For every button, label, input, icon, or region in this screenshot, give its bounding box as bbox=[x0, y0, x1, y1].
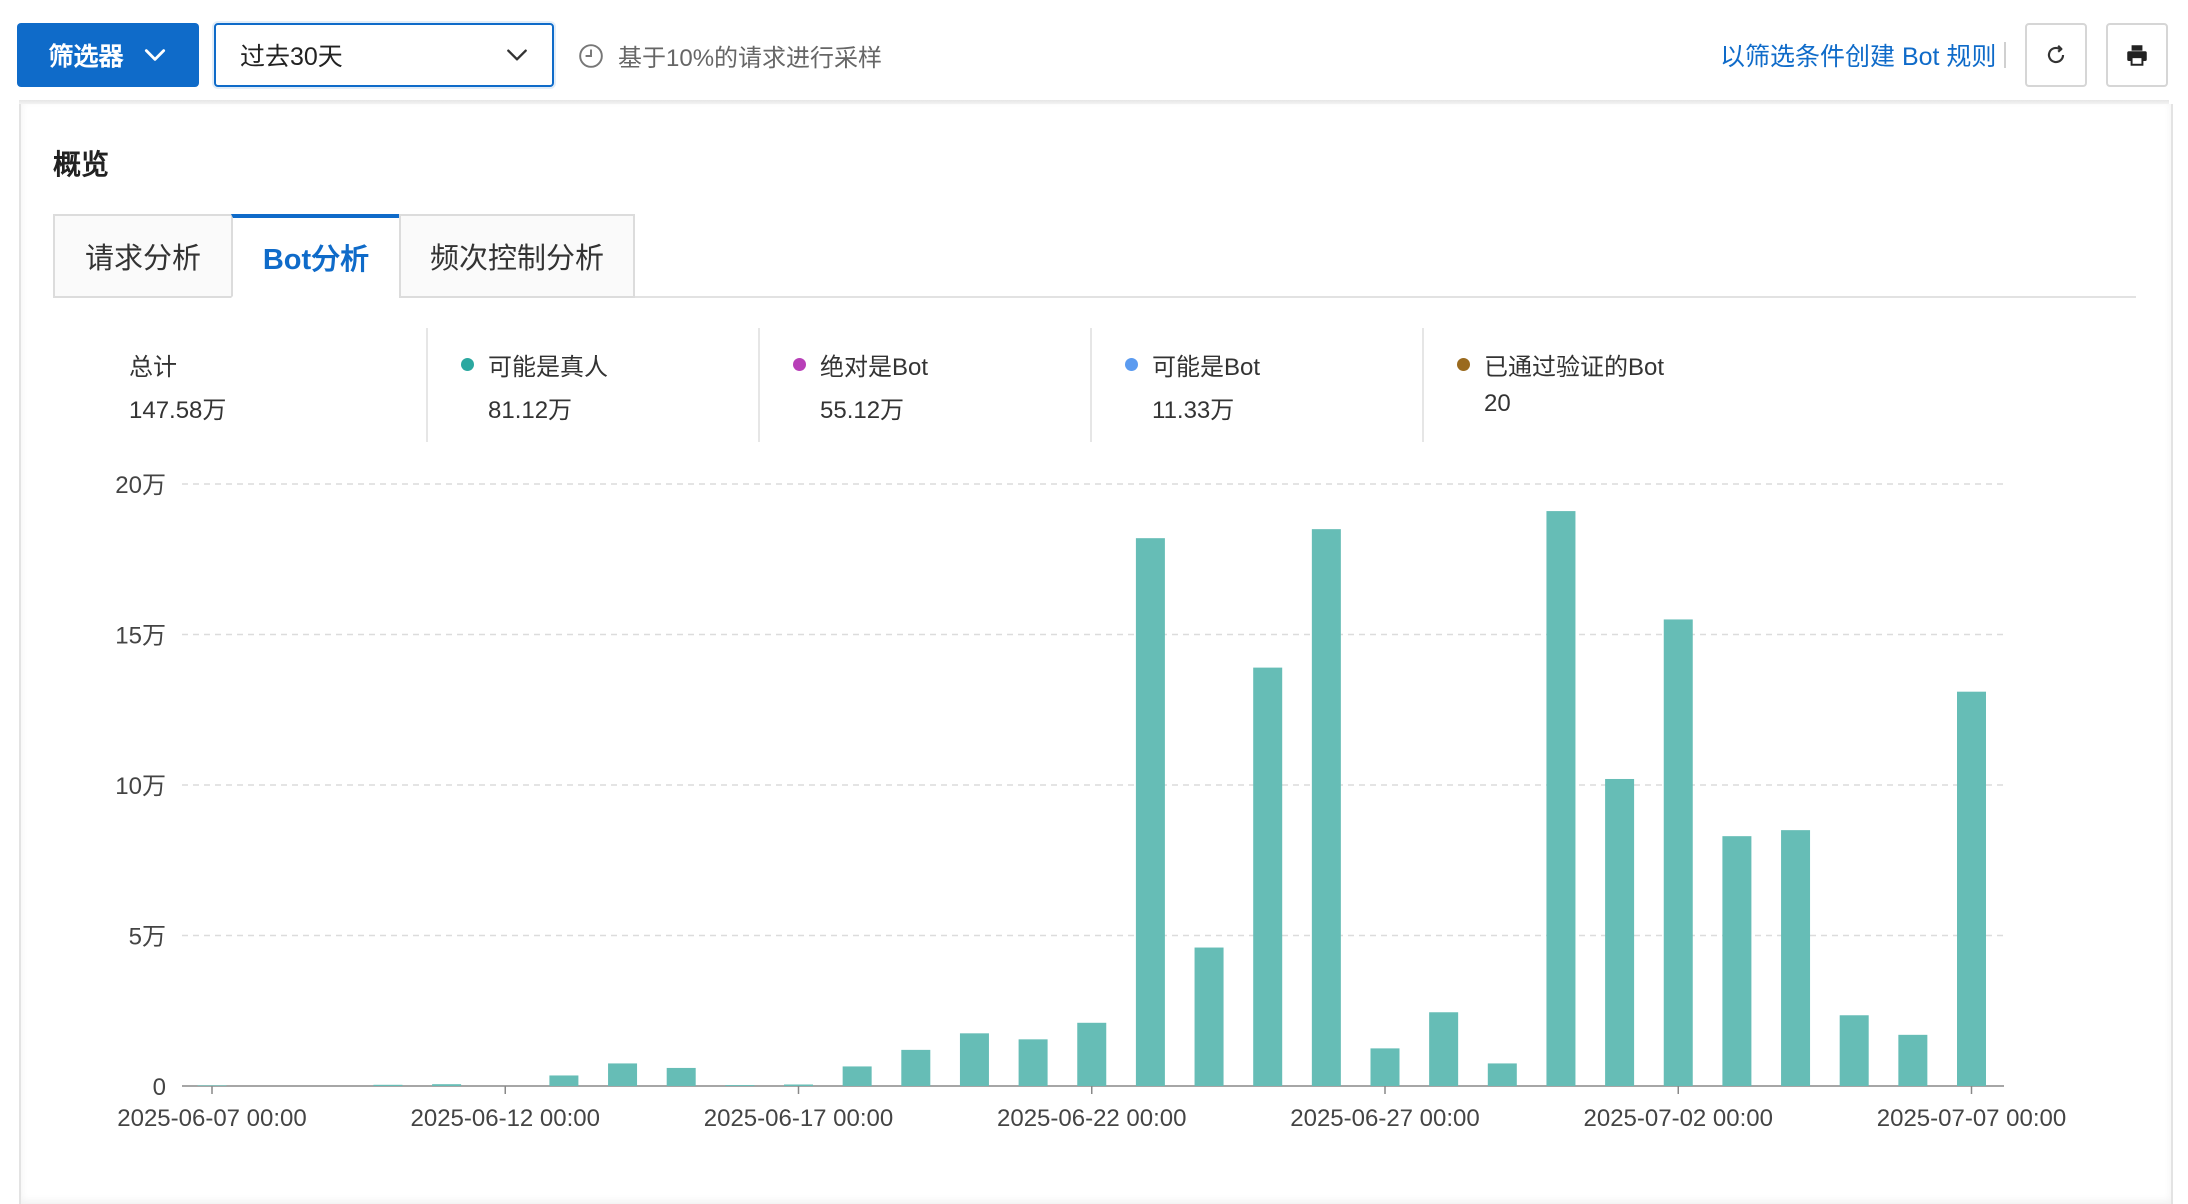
chart-bar[interactable] bbox=[1370, 1048, 1400, 1086]
chart-bar[interactable] bbox=[1605, 778, 1635, 1086]
y-tick-label: 0 bbox=[153, 1074, 166, 1101]
x-tick-label: 2025-07-02 00:00 bbox=[1584, 1105, 1774, 1132]
chart-bar[interactable] bbox=[784, 1084, 813, 1086]
x-tick-label: 2025-06-07 00:00 bbox=[117, 1105, 307, 1132]
chart-bar[interactable] bbox=[1957, 691, 1986, 1086]
chart-bar[interactable] bbox=[1253, 667, 1283, 1086]
x-tick-label: 2025-06-27 00:00 bbox=[1290, 1105, 1480, 1132]
chart-bar[interactable] bbox=[842, 1066, 872, 1086]
chart-bar[interactable] bbox=[1018, 1039, 1048, 1086]
chart-bar[interactable] bbox=[901, 1049, 931, 1086]
chart-bar[interactable] bbox=[725, 1085, 755, 1086]
chart-bar[interactable] bbox=[959, 1033, 989, 1086]
chart-bar[interactable] bbox=[1722, 836, 1752, 1086]
chart-bar[interactable] bbox=[1663, 619, 1693, 1086]
x-tick-label: 2025-07-07 00:00 bbox=[1877, 1105, 2067, 1132]
chart-bar[interactable] bbox=[666, 1067, 696, 1086]
y-tick-label: 5万 bbox=[129, 924, 166, 951]
x-tick-label: 2025-06-22 00:00 bbox=[997, 1105, 1187, 1132]
x-tick-label: 2025-06-17 00:00 bbox=[704, 1105, 894, 1132]
chart-bar[interactable] bbox=[1546, 511, 1576, 1087]
bot-analysis-chart: 0 5万 10万 15万 20万 2025-06-07 00:00 2025-06-12 0… bbox=[115, 472, 2067, 1132]
chart-bar[interactable] bbox=[197, 1085, 227, 1086]
chart-bar[interactable] bbox=[1135, 538, 1165, 1086]
y-tick-label: 10万 bbox=[115, 773, 166, 800]
chart-bar[interactable] bbox=[608, 1063, 638, 1086]
chart-bar[interactable] bbox=[549, 1075, 579, 1086]
chart-bar[interactable] bbox=[1781, 830, 1811, 1086]
chart-bar[interactable] bbox=[1311, 529, 1341, 1086]
chart-bar[interactable] bbox=[373, 1084, 403, 1086]
chart-bar[interactable] bbox=[1194, 947, 1224, 1086]
x-tick-label: 2025-06-12 00:00 bbox=[411, 1105, 601, 1132]
chart-bar[interactable] bbox=[432, 1084, 462, 1086]
chart-bar[interactable] bbox=[1077, 1022, 1107, 1086]
chart-bar[interactable] bbox=[1839, 1015, 1869, 1086]
chart-bar[interactable] bbox=[1429, 1012, 1459, 1086]
y-tick-label: 15万 bbox=[115, 623, 166, 650]
y-tick-label: 20万 bbox=[115, 472, 166, 499]
chart-bar[interactable] bbox=[1898, 1034, 1928, 1086]
chart-bar[interactable] bbox=[1487, 1063, 1517, 1086]
